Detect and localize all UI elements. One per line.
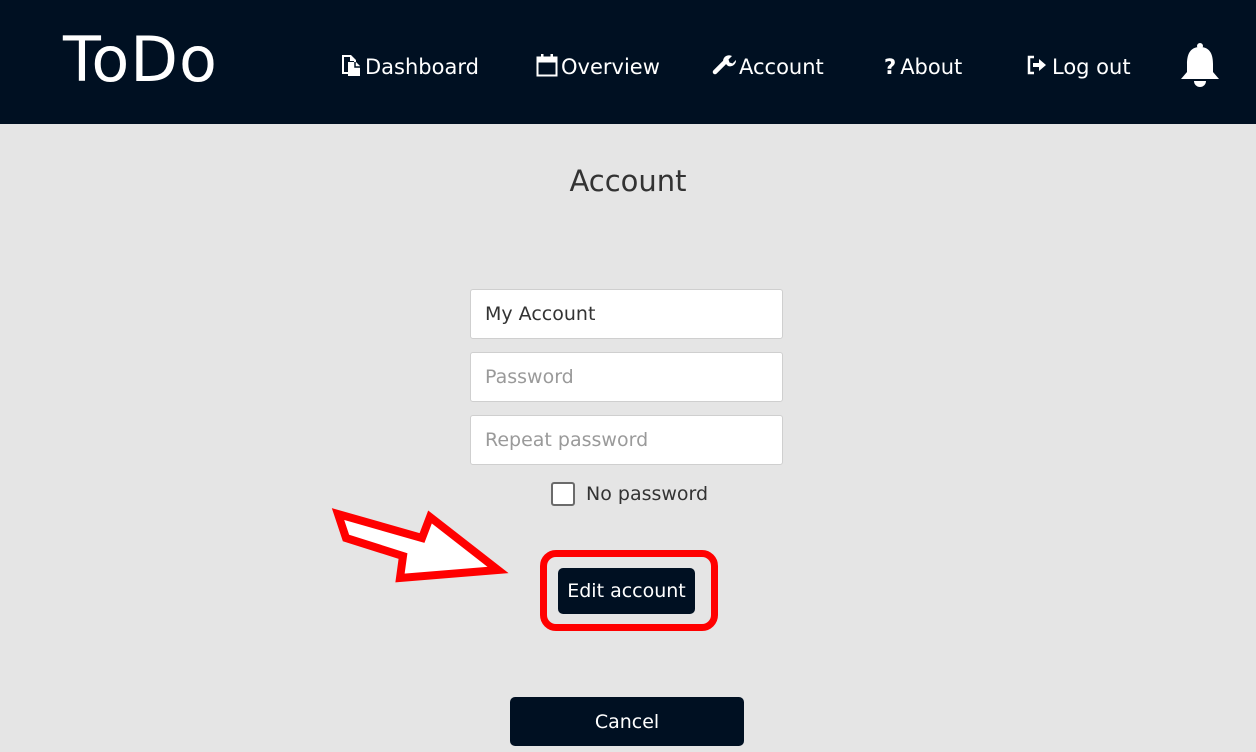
calendar-icon (536, 53, 561, 82)
document-icon (338, 53, 365, 82)
account-name-field[interactable] (470, 289, 783, 339)
page-title: Account (569, 164, 687, 198)
brand-logo[interactable]: ToDo (63, 22, 218, 98)
nav-item-account[interactable]: Account (712, 50, 824, 84)
repeat-password-field[interactable] (470, 415, 783, 465)
nav-label: Log out (1052, 55, 1131, 79)
no-password-option[interactable]: No password (551, 481, 708, 507)
cancel-button[interactable]: Cancel (510, 697, 744, 746)
password-field[interactable] (470, 352, 783, 402)
question-icon: ? (884, 55, 897, 79)
logout-icon (1025, 53, 1052, 82)
nav-label: Dashboard (365, 55, 479, 79)
nav-label: Account (739, 55, 824, 79)
nav-item-dashboard[interactable]: Dashboard (338, 50, 479, 84)
wrench-icon (712, 53, 739, 82)
annotation-arrow (331, 508, 509, 583)
nav-label: Overview (561, 55, 660, 79)
bell-icon[interactable] (1178, 42, 1222, 92)
navbar: ToDo Dashboard Overview Account ? About … (0, 0, 1256, 124)
nav-label: About (900, 55, 963, 79)
edit-account-button[interactable]: Edit account (558, 568, 695, 614)
nav-item-logout[interactable]: Log out (1025, 50, 1131, 84)
no-password-checkbox[interactable] (551, 482, 575, 506)
nav-item-about[interactable]: ? About (884, 50, 962, 84)
nav-item-overview[interactable]: Overview (536, 50, 660, 84)
no-password-label: No password (586, 483, 709, 505)
